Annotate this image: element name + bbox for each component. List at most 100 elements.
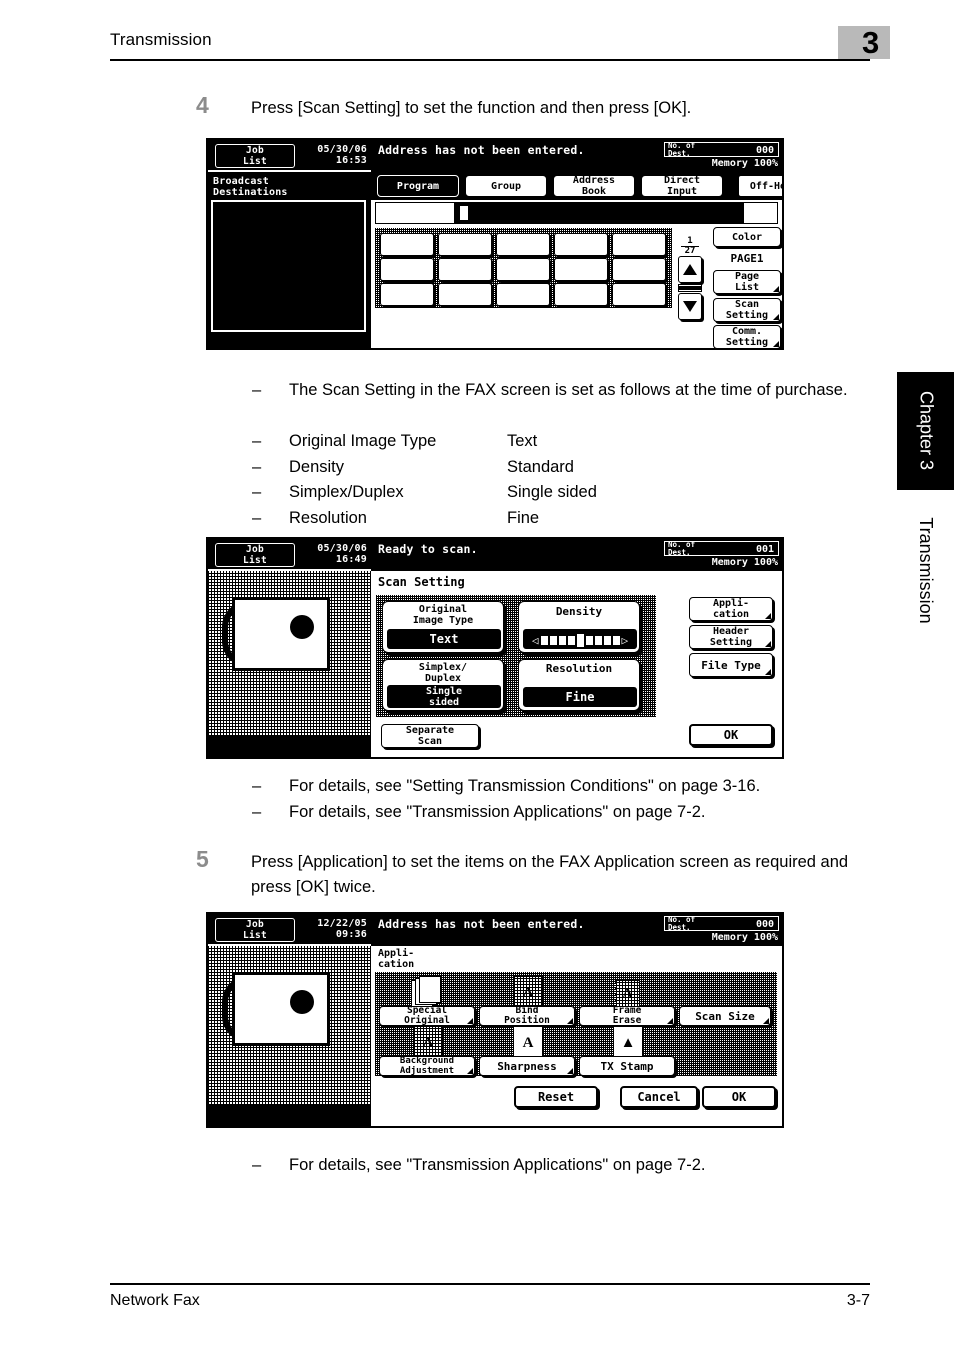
separate-scan-button[interactable]: Separate Scan bbox=[381, 724, 479, 748]
one-touch-key[interactable] bbox=[438, 233, 492, 256]
one-touch-key[interactable] bbox=[380, 258, 434, 281]
one-touch-key[interactable] bbox=[554, 233, 608, 256]
scan-size-tile[interactable]: Scan Size bbox=[679, 974, 773, 1026]
application-options-area: Special Original A Bind Position A Frame… bbox=[375, 972, 777, 1076]
scan-setting-ok-button[interactable]: OK bbox=[689, 724, 773, 746]
one-touch-key[interactable] bbox=[438, 283, 492, 306]
one-touch-key[interactable] bbox=[554, 283, 608, 306]
scan-default-label: Simplex/Duplex bbox=[289, 483, 404, 501]
one-touch-key[interactable] bbox=[612, 258, 666, 281]
bind-position-button[interactable]: Bind Position bbox=[479, 1006, 575, 1026]
panel1-left-pane: Job List 05/30/06 16:53 Broadcast Destin… bbox=[208, 140, 371, 348]
tab-address-book[interactable]: Address Book bbox=[553, 175, 635, 197]
bind-position-tile[interactable]: A Bind Position bbox=[479, 974, 577, 1026]
fax-machine-illustration bbox=[208, 946, 371, 1126]
application-button[interactable]: Appli- cation bbox=[689, 597, 773, 621]
one-touch-key[interactable] bbox=[380, 233, 434, 256]
reference-text: For details, see "Setting Transmission C… bbox=[289, 777, 761, 795]
page-list-line1: Page bbox=[734, 271, 760, 282]
arrow-down-icon bbox=[683, 301, 697, 312]
tab-direct-input[interactable]: Direct Input bbox=[641, 175, 723, 197]
special-original-button[interactable]: Special Original bbox=[379, 1006, 475, 1026]
resolution-card[interactable]: Resolution Fine bbox=[518, 659, 640, 711]
page-scrollbar[interactable] bbox=[678, 284, 702, 292]
density-tick[interactable] bbox=[585, 635, 593, 645]
density-tick[interactable] bbox=[549, 635, 557, 645]
one-touch-key[interactable] bbox=[612, 283, 666, 306]
one-touch-key[interactable] bbox=[612, 233, 666, 256]
broadcast-label-line1: Broadcast bbox=[213, 176, 269, 187]
color-button[interactable]: Color bbox=[713, 227, 781, 247]
cancel-button[interactable]: Cancel bbox=[620, 1086, 698, 1108]
bullet-dash: – bbox=[252, 432, 262, 450]
panel3-dest-value: 000 bbox=[755, 919, 774, 930]
one-touch-key[interactable] bbox=[496, 258, 550, 281]
page-list-button[interactable]: Page List bbox=[713, 270, 781, 294]
fax-application-screen[interactable]: Job List 12/22/05 09:36 Address has not … bbox=[206, 912, 784, 1128]
page-scrollbar-thumb[interactable] bbox=[679, 286, 701, 290]
density-tick[interactable] bbox=[594, 635, 602, 645]
simplex-duplex-card[interactable]: Simplex/ Duplex Single sided bbox=[382, 659, 504, 711]
address-input-field[interactable] bbox=[375, 202, 778, 224]
sharpness-tile[interactable]: A Sharpness bbox=[479, 1024, 577, 1076]
simplex-duplex-title-line1: Simplex/ bbox=[418, 662, 468, 673]
special-original-tile[interactable]: Special Original bbox=[379, 974, 477, 1026]
density-slider-track[interactable]: ◁ ▷ bbox=[529, 633, 631, 647]
one-touch-key[interactable] bbox=[554, 258, 608, 281]
panel1-datetime: 05/30/06 16:53 bbox=[317, 144, 367, 166]
one-touch-key[interactable] bbox=[496, 283, 550, 306]
scan-setting-button[interactable]: Scan Setting bbox=[713, 298, 781, 322]
fax-main-screen[interactable]: Job List 05/30/06 16:53 Broadcast Destin… bbox=[206, 138, 784, 350]
tx-stamp-tile[interactable]: ▲ TX Stamp bbox=[579, 1024, 677, 1076]
density-tick[interactable] bbox=[603, 635, 611, 645]
panel1-dest-value: 000 bbox=[755, 145, 774, 156]
density-tick[interactable] bbox=[540, 635, 548, 645]
background-adjustment-button[interactable]: Background Adjustment bbox=[379, 1056, 475, 1076]
scroll-down-button[interactable] bbox=[678, 293, 702, 320]
density-card[interactable]: Density ◁ ▷ bbox=[518, 601, 640, 653]
frame-erase-button[interactable]: Frame Erase bbox=[579, 1006, 675, 1026]
density-thumb[interactable] bbox=[576, 633, 584, 647]
density-decrease-icon[interactable]: ◁ bbox=[532, 635, 539, 646]
density-tick[interactable] bbox=[567, 635, 575, 645]
panel3-status-message: Address has not been entered. bbox=[378, 917, 585, 931]
tx-stamp-button[interactable]: TX Stamp bbox=[579, 1056, 675, 1076]
original-image-type-card[interactable]: Original Image Type Text bbox=[382, 601, 504, 653]
chapter-number: 3 bbox=[862, 25, 880, 60]
one-touch-key[interactable] bbox=[438, 258, 492, 281]
scan-size-button[interactable]: Scan Size bbox=[679, 1006, 771, 1026]
resolution-title: Resolution bbox=[545, 662, 613, 675]
density-tick[interactable] bbox=[558, 635, 566, 645]
scan-default-row: – Resolution Fine bbox=[252, 506, 892, 532]
panel1-status-message: Address has not been entered. bbox=[378, 143, 585, 157]
frame-erase-tile[interactable]: A Frame Erase bbox=[579, 974, 677, 1026]
scan-setting-screen[interactable]: Job List 05/30/06 16:49 Ready to scan. N… bbox=[206, 537, 784, 759]
job-list-button[interactable]: Job List bbox=[215, 543, 295, 567]
one-touch-key-grid[interactable] bbox=[375, 228, 672, 308]
density-tick[interactable] bbox=[612, 635, 620, 645]
density-increase-icon[interactable]: ▷ bbox=[622, 635, 629, 646]
one-touch-key[interactable] bbox=[380, 283, 434, 306]
sharpness-button[interactable]: Sharpness bbox=[479, 1056, 575, 1076]
density-slider[interactable]: ◁ ▷ bbox=[523, 629, 637, 649]
application-ok-label: OK bbox=[731, 1089, 747, 1104]
job-list-button[interactable]: Job List bbox=[215, 918, 295, 942]
tab-program[interactable]: Program bbox=[377, 175, 459, 197]
job-list-button[interactable]: Job List bbox=[215, 144, 295, 168]
background-adjustment-tile[interactable]: A Background Adjustment bbox=[379, 1024, 477, 1076]
header-setting-button[interactable]: Header Setting bbox=[689, 625, 773, 649]
off-hook-button[interactable]: Off-Hook bbox=[737, 174, 782, 198]
tab-group[interactable]: Group bbox=[465, 175, 547, 197]
one-touch-key[interactable] bbox=[496, 233, 550, 256]
file-type-button[interactable]: File Type bbox=[689, 653, 773, 677]
side-tab-chapter: Chapter 3 bbox=[897, 372, 954, 490]
scan-default-value: Text bbox=[507, 432, 538, 450]
scan-default-value: Standard bbox=[507, 457, 574, 476]
scan-default-value: Fine bbox=[507, 508, 540, 527]
scroll-up-button[interactable] bbox=[678, 256, 702, 283]
comm-setting-button[interactable]: Comm. Setting bbox=[713, 325, 781, 348]
application-ok-button[interactable]: OK bbox=[702, 1086, 776, 1108]
reset-button[interactable]: Reset bbox=[514, 1086, 598, 1108]
broadcast-destinations-list[interactable] bbox=[211, 200, 366, 332]
scan-default-row: – Original Image Type Text bbox=[252, 429, 892, 455]
